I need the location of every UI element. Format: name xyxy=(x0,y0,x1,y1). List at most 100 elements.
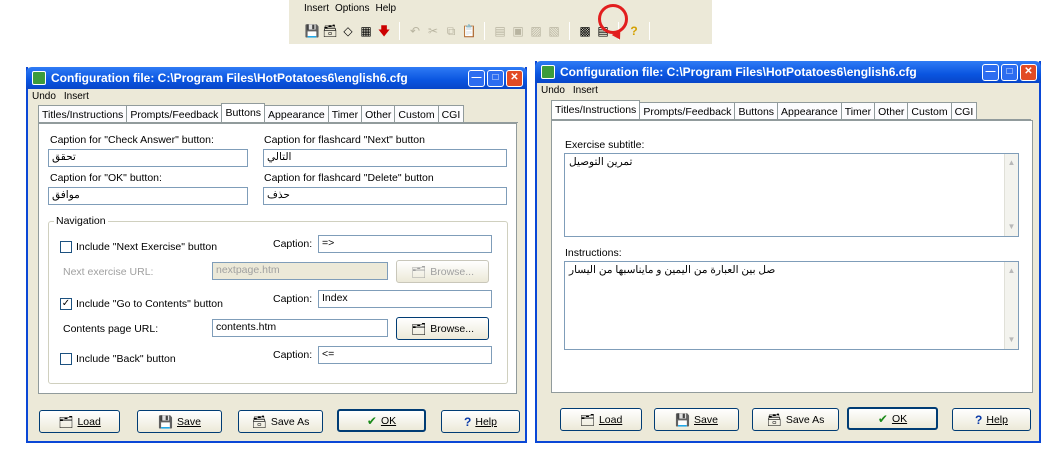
add-item-icon[interactable]: ▤ xyxy=(491,22,509,40)
menu-options[interactable]: Options xyxy=(335,3,369,14)
tab-timer[interactable]: Timer xyxy=(840,102,876,119)
shuffle-item-icon[interactable]: ▧ xyxy=(545,22,563,40)
menu-undo[interactable]: Undo xyxy=(541,85,565,96)
tab-other[interactable]: Other xyxy=(361,105,396,122)
scroll-up-icon[interactable]: ▲ xyxy=(1005,156,1018,170)
next-caption-field[interactable]: التالي xyxy=(263,149,507,167)
back-label: Include "Back" button xyxy=(76,353,176,365)
subtitle-field[interactable]: تمرين التوصيل ▲ ▼ xyxy=(564,153,1019,237)
save-as-button[interactable]: 🗃 Save As xyxy=(238,410,323,433)
close-button[interactable]: ✕ xyxy=(506,69,523,87)
tab-appearance[interactable]: Appearance xyxy=(264,105,329,122)
question-icon: ? xyxy=(975,412,983,427)
check-answer-field[interactable]: تحقق xyxy=(48,149,248,167)
contents-caption-label: Caption: xyxy=(273,293,313,305)
instructions-text: صل بين العبارة من اليمين و مايناسبها من … xyxy=(569,264,776,276)
ok-caption-field[interactable]: موافق xyxy=(48,187,248,205)
ok-button[interactable]: ✔ OK xyxy=(337,409,426,432)
save-button[interactable]: 💾 Save xyxy=(137,410,222,433)
web-page-icon[interactable]: ▦ xyxy=(357,22,375,40)
help-button[interactable]: ? Help xyxy=(441,410,520,433)
contents-caption-field[interactable]: Index xyxy=(318,290,492,308)
scroll-up-icon[interactable]: ▲ xyxy=(1005,264,1018,278)
load-label: Load xyxy=(77,415,101,428)
undo-icon[interactable]: ↶ xyxy=(406,22,424,40)
subtitle-scrollbar[interactable]: ▲ ▼ xyxy=(1004,154,1018,236)
config-window-buttons: Configuration file: C:\Program Files\Hot… xyxy=(26,67,527,443)
next-url-browse-button[interactable]: 🗂 Browse... xyxy=(396,260,489,283)
delete-caption-field[interactable]: حذف xyxy=(263,187,507,205)
save-button[interactable]: 💾 Save xyxy=(654,408,739,431)
tab-titles-instructions[interactable]: Titles/Instructions xyxy=(551,100,641,119)
minimize-button[interactable]: — xyxy=(982,63,999,81)
scroll-down-icon[interactable]: ▼ xyxy=(1005,333,1018,347)
instructions-field[interactable]: صل بين العبارة من اليمين و مايناسبها من … xyxy=(564,261,1019,350)
floppy-plus-icon: 🗃 xyxy=(766,412,782,427)
cut-icon[interactable]: ✂ xyxy=(424,22,442,40)
help-icon[interactable]: ? xyxy=(625,22,643,40)
highlight-circle xyxy=(598,4,628,34)
help-button[interactable]: ? Help xyxy=(952,408,1031,431)
menu-insert[interactable]: Insert xyxy=(304,3,329,14)
folder-icon: 🗂 xyxy=(411,264,427,279)
next-caption-label: Caption for flashcard "Next" button xyxy=(264,134,425,146)
next-url-field[interactable]: nextpage.htm xyxy=(212,262,388,280)
title-bar: Configuration file: C:\Program Files\Hot… xyxy=(26,67,527,89)
back-caption-field[interactable]: <= xyxy=(318,346,492,364)
scroll-down-icon[interactable]: ▼ xyxy=(1005,220,1018,234)
next-exercise-checkbox[interactable] xyxy=(60,241,72,253)
menu-insert[interactable]: Insert xyxy=(64,91,89,102)
tab-titles-instructions[interactable]: Titles/Instructions xyxy=(38,105,128,122)
checkmark-icon: ✔ xyxy=(366,413,377,428)
menu-undo[interactable]: Undo xyxy=(32,91,56,102)
toolbar-separator xyxy=(649,22,650,40)
tab-cgi[interactable]: CGI xyxy=(437,105,465,122)
configure-output-icon[interactable]: ▩ xyxy=(576,22,594,40)
arrow-down-icon[interactable]: 🡇 xyxy=(375,22,393,40)
close-button[interactable]: ✕ xyxy=(1020,63,1037,81)
tab-buttons[interactable]: Buttons xyxy=(221,103,266,122)
folder-open-icon: 🗂 xyxy=(58,414,74,429)
contents-url-field[interactable]: contents.htm xyxy=(212,319,388,337)
tab-other[interactable]: Other xyxy=(874,102,909,119)
instructions-label: Instructions: xyxy=(565,247,622,259)
window-menubar: Undo Insert xyxy=(537,83,1039,97)
tab-cgi[interactable]: CGI xyxy=(950,102,978,119)
contents-checkbox[interactable]: ✓ xyxy=(60,298,72,310)
back-checkbox[interactable] xyxy=(60,353,72,365)
save-icon[interactable]: 💾 xyxy=(303,22,321,40)
navigation-group-title: Navigation xyxy=(54,215,108,227)
window-menubar: Undo Insert xyxy=(28,89,525,103)
load-button[interactable]: 🗂 Load xyxy=(560,408,642,431)
paste-icon[interactable]: 📋 xyxy=(460,22,478,40)
save-all-icon[interactable]: 🗃 xyxy=(321,22,339,40)
tab-appearance[interactable]: Appearance xyxy=(777,102,842,119)
minimize-button[interactable]: — xyxy=(468,69,485,87)
save-as-button[interactable]: 🗃 Save As xyxy=(752,408,839,431)
instructions-scrollbar[interactable]: ▲ ▼ xyxy=(1004,262,1018,349)
contents-url-browse-button[interactable]: 🗂 Browse... xyxy=(396,317,489,340)
copy-icon[interactable]: ⧉ xyxy=(442,22,460,40)
ok-button[interactable]: ✔ OK xyxy=(847,407,938,430)
floppy-icon: 💾 xyxy=(158,414,173,429)
menu-help[interactable]: Help xyxy=(375,3,396,14)
ok-caption-label: Caption for "OK" button: xyxy=(50,172,162,184)
maximize-button[interactable]: □ xyxy=(1001,63,1018,81)
delete-item-icon[interactable]: ▨ xyxy=(527,22,545,40)
load-button[interactable]: 🗂 Load xyxy=(39,410,120,433)
tab-custom[interactable]: Custom xyxy=(907,102,952,119)
diamond-icon[interactable]: ◇ xyxy=(339,22,357,40)
menu-insert[interactable]: Insert xyxy=(573,85,598,96)
window-title: Configuration file: C:\Program Files\Hot… xyxy=(560,65,917,79)
config-window-titles: Configuration file: C:\Program Files\Hot… xyxy=(535,61,1041,443)
tab-buttons[interactable]: Buttons xyxy=(734,102,779,119)
help-label: Help xyxy=(986,413,1008,426)
title-bar: Configuration file: C:\Program Files\Hot… xyxy=(535,61,1041,83)
tab-prompts-feedback[interactable]: Prompts/Feedback xyxy=(639,102,736,119)
tab-custom[interactable]: Custom xyxy=(394,105,439,122)
insert-item-icon[interactable]: ▣ xyxy=(509,22,527,40)
tab-timer[interactable]: Timer xyxy=(327,105,363,122)
maximize-button[interactable]: □ xyxy=(487,69,504,87)
tab-prompts-feedback[interactable]: Prompts/Feedback xyxy=(126,105,223,122)
next-exercise-caption-field[interactable]: => xyxy=(318,235,492,253)
